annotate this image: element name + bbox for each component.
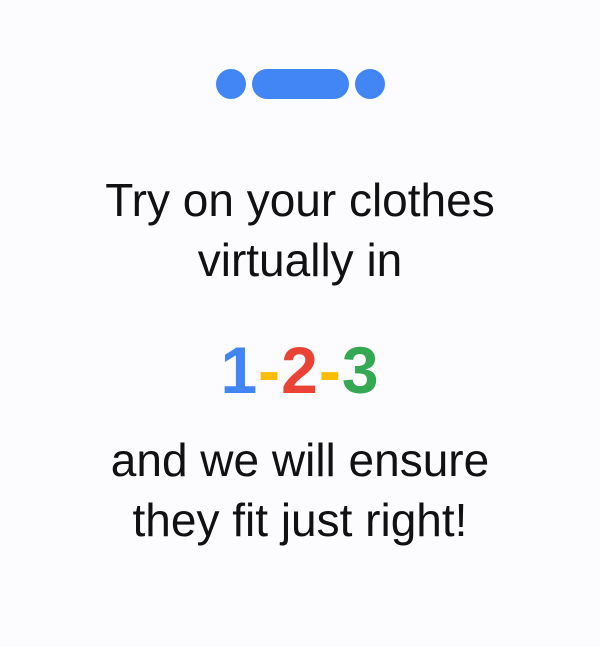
step-dash-2: - (318, 333, 342, 407)
step-three: 3 (341, 333, 380, 407)
page-dot-1[interactable] (215, 69, 246, 99)
headline-line-1: Try on your clothes (105, 174, 495, 226)
subheadline-line-1: and we will ensure (110, 434, 490, 486)
page-dot-2-active[interactable] (251, 69, 349, 99)
subheadline: and we will ensure they fit just right! (0, 430, 600, 550)
page-indicator (0, 68, 600, 100)
headline-line-2: virtually in (197, 234, 403, 286)
page-dot-3[interactable] (354, 69, 385, 99)
step-counter: 1-2-3 (0, 330, 600, 410)
step-dash-1: - (258, 333, 282, 407)
headline: Try on your clothes virtually in (0, 170, 600, 290)
step-two: 2 (281, 333, 319, 407)
subheadline-line-2: they fit just right! (132, 494, 468, 546)
step-one: 1 (220, 333, 259, 407)
